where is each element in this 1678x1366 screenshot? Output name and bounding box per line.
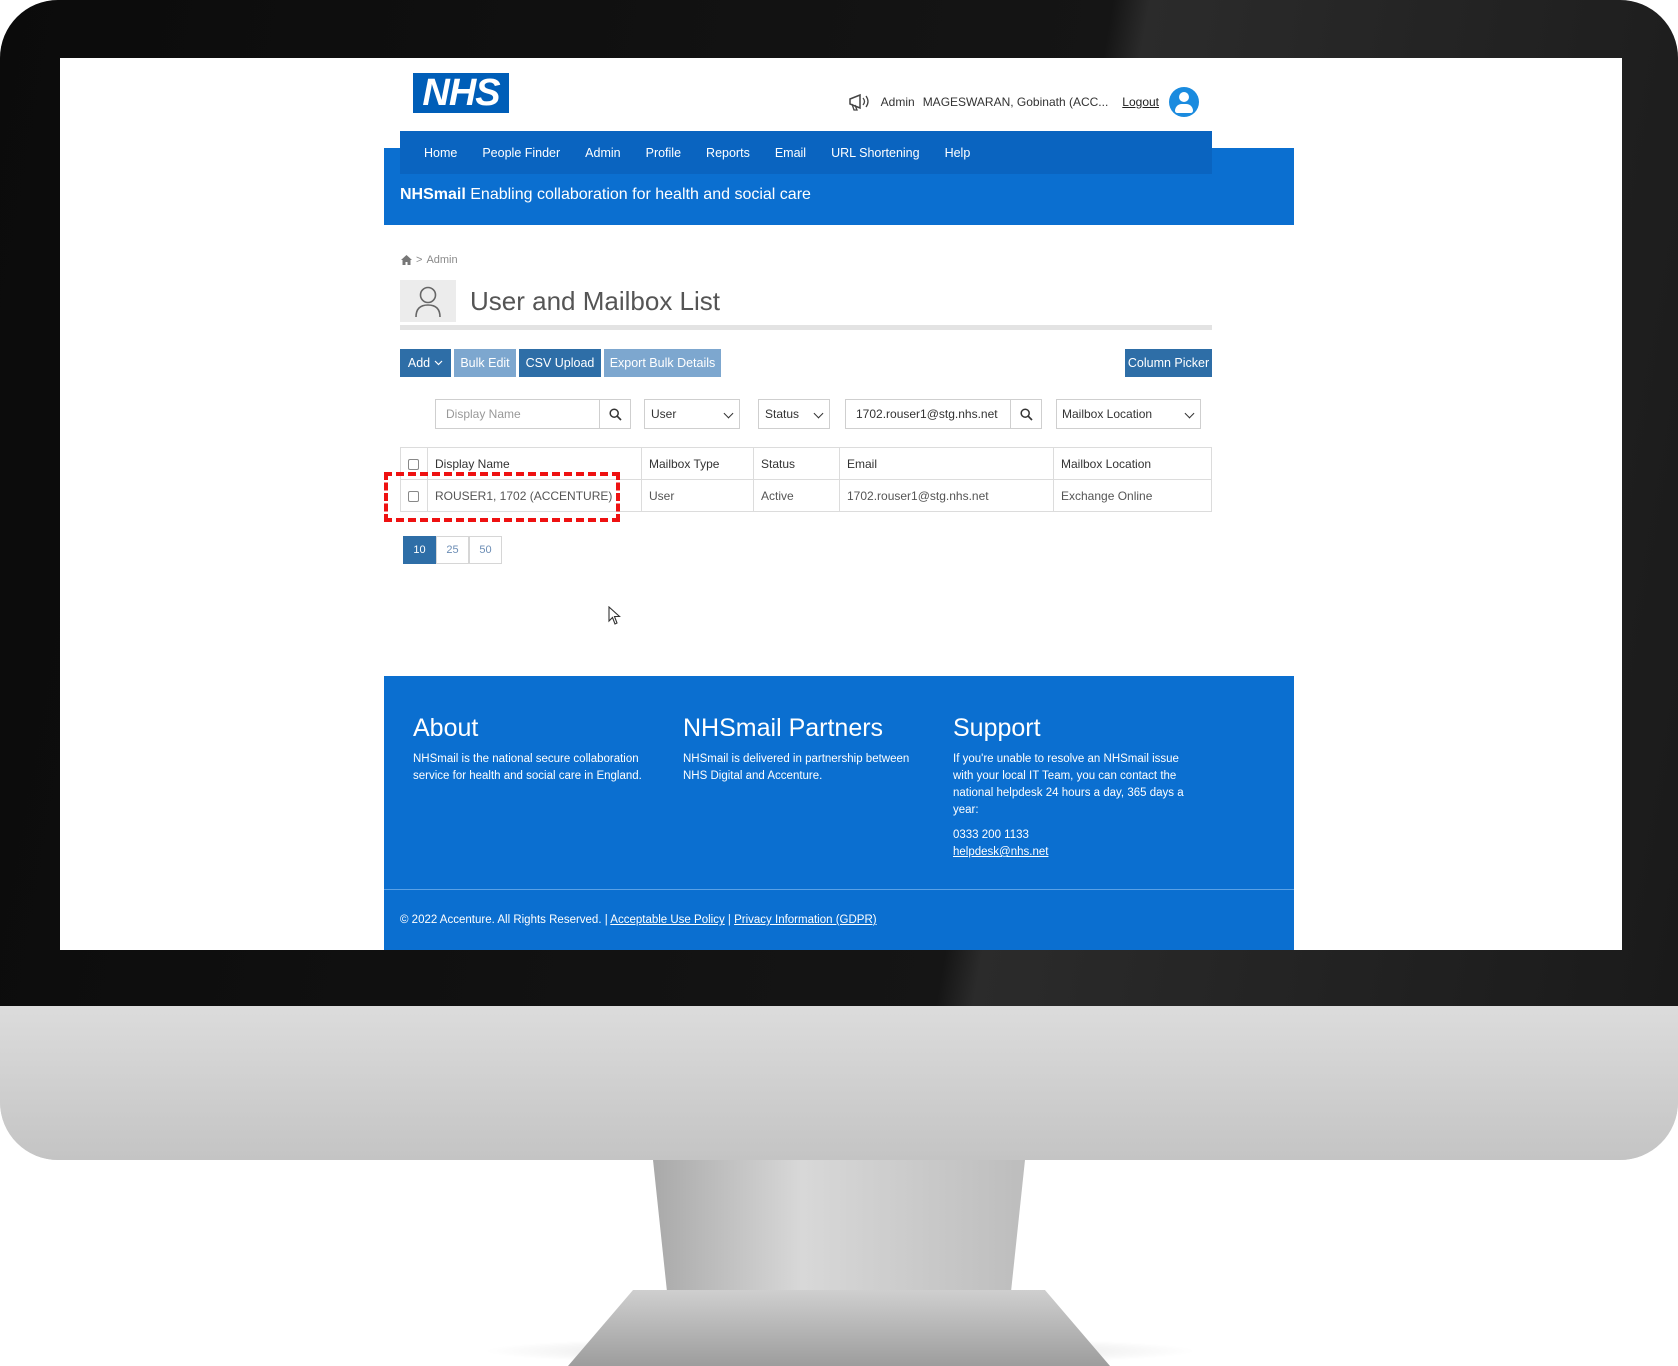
highlight-annotation-box bbox=[384, 472, 620, 522]
user-bar: Admin MAGESWARAN, Gobinath (ACC... Logou… bbox=[847, 87, 1199, 117]
role-label: Admin bbox=[880, 95, 915, 109]
cell-status: Active bbox=[753, 479, 840, 512]
footer-about: About NHSmail is the national secure col… bbox=[413, 714, 653, 785]
copyright-text: © 2022 Accenture. All Rights Reserved. | bbox=[400, 914, 608, 926]
brand-name: NHSmail bbox=[400, 186, 466, 203]
main-nav: Home People Finder Admin Profile Reports… bbox=[400, 131, 1212, 174]
footer-divider bbox=[384, 889, 1294, 890]
breadcrumb: > Admin bbox=[401, 254, 458, 266]
csv-upload-button[interactable]: CSV Upload bbox=[519, 349, 601, 377]
header-mailbox-type[interactable]: Mailbox Type bbox=[641, 447, 754, 480]
megaphone-icon[interactable] bbox=[847, 91, 873, 113]
user-name: MAGESWARAN, Gobinath (ACC... bbox=[922, 95, 1109, 109]
chevron-down-icon bbox=[723, 408, 734, 419]
privacy-information-link[interactable]: Privacy Information (GDPR) bbox=[734, 914, 877, 926]
cell-email: 1702.rouser1@stg.nhs.net bbox=[839, 479, 1054, 512]
acceptable-use-policy-link[interactable]: Acceptable Use Policy bbox=[610, 914, 724, 926]
monitor-screen: NHS Admin MAGESWARAN, Gobinath (ACC... L… bbox=[60, 58, 1622, 950]
footer-support: Support If you're unable to resolve an N… bbox=[953, 714, 1193, 858]
copyright-bar: © 2022 Accenture. All Rights Reserved. |… bbox=[400, 914, 877, 926]
logout-link[interactable]: Logout bbox=[1122, 95, 1159, 109]
select-all-checkbox[interactable] bbox=[408, 458, 419, 470]
page-title-bar: User and Mailbox List bbox=[400, 280, 1212, 330]
bulk-edit-button[interactable]: Bulk Edit bbox=[454, 349, 516, 377]
header-status[interactable]: Status bbox=[753, 447, 840, 480]
mailbox-type-select[interactable]: User bbox=[644, 399, 740, 429]
page-size-selector: 10 25 50 bbox=[403, 536, 502, 564]
header-email[interactable]: Email bbox=[839, 447, 1054, 480]
site-footer: About NHSmail is the national secure col… bbox=[384, 676, 1294, 950]
mouse-cursor-icon bbox=[608, 606, 621, 625]
link-separator: | bbox=[727, 914, 731, 926]
banner-tagline: NHSmail Enabling collaboration for healt… bbox=[400, 186, 811, 204]
support-text: If you're unable to resolve an NHSmail i… bbox=[953, 753, 1184, 816]
add-label: Add bbox=[407, 356, 431, 370]
account-icon[interactable] bbox=[1169, 87, 1199, 117]
support-phone: 0333 200 1133 bbox=[953, 829, 1029, 841]
header-mailbox-location[interactable]: Mailbox Location bbox=[1053, 447, 1212, 480]
cell-mailbox-location: Exchange Online bbox=[1053, 479, 1212, 512]
breadcrumb-separator: > bbox=[416, 254, 423, 266]
nhsmail-portal-page: NHS Admin MAGESWARAN, Gobinath (ACC... L… bbox=[384, 58, 1294, 950]
nav-url-shortening[interactable]: URL Shortening bbox=[831, 146, 919, 160]
mailbox-type-value: User bbox=[651, 407, 677, 421]
page-size-25[interactable]: 25 bbox=[436, 536, 469, 564]
nav-profile[interactable]: Profile bbox=[646, 146, 681, 160]
partners-text: NHSmail is delivered in partnership betw… bbox=[683, 753, 910, 782]
nav-help[interactable]: Help bbox=[945, 146, 971, 160]
export-bulk-details-button[interactable]: Export Bulk Details bbox=[604, 349, 721, 377]
page-size-50[interactable]: 50 bbox=[469, 536, 502, 564]
column-picker-button[interactable]: Column Picker bbox=[1125, 349, 1212, 377]
page-size-10[interactable]: 10 bbox=[403, 536, 436, 564]
email-search-button[interactable] bbox=[1010, 399, 1042, 429]
support-title: Support bbox=[953, 714, 1041, 742]
nav-people-finder[interactable]: People Finder bbox=[482, 146, 560, 160]
mailbox-location-value: Mailbox Location bbox=[1062, 407, 1153, 421]
search-icon bbox=[1019, 407, 1033, 421]
support-email-link[interactable]: helpdesk@nhs.net bbox=[953, 846, 1193, 858]
status-value: Status bbox=[765, 407, 800, 421]
cell-mailbox-type: User bbox=[641, 479, 754, 512]
monitor-stand-neck bbox=[653, 1160, 1025, 1300]
monitor-stand-base bbox=[568, 1290, 1110, 1366]
chevron-down-icon bbox=[813, 408, 824, 419]
add-button[interactable]: Add bbox=[400, 349, 451, 377]
display-name-search-button[interactable] bbox=[599, 399, 631, 429]
email-filter[interactable]: 1702.rouser1@stg.nhs.net bbox=[845, 399, 1011, 429]
breadcrumb-admin[interactable]: Admin bbox=[426, 254, 457, 266]
mailbox-location-select[interactable]: Mailbox Location bbox=[1056, 399, 1201, 429]
about-title: About bbox=[413, 714, 479, 742]
footer-partners: NHSmail Partners NHSmail is delivered in… bbox=[683, 714, 923, 785]
partners-title: NHSmail Partners bbox=[683, 714, 884, 742]
nav-admin[interactable]: Admin bbox=[585, 146, 620, 160]
monitor-chin bbox=[0, 1006, 1678, 1160]
person-icon bbox=[400, 280, 456, 322]
search-icon bbox=[608, 407, 622, 421]
nav-reports[interactable]: Reports bbox=[706, 146, 750, 160]
display-name-filter[interactable]: Display Name bbox=[435, 399, 600, 429]
tagline-text: Enabling collaboration for health and so… bbox=[470, 186, 811, 203]
home-icon[interactable] bbox=[401, 255, 412, 265]
nhs-logo[interactable]: NHS bbox=[413, 73, 509, 113]
chevron-down-icon bbox=[1184, 408, 1195, 419]
about-text: NHSmail is the national secure collabora… bbox=[413, 753, 642, 782]
chevron-down-icon bbox=[434, 360, 443, 366]
page-title: User and Mailbox List bbox=[470, 286, 720, 316]
status-select[interactable]: Status bbox=[758, 399, 830, 429]
nav-email[interactable]: Email bbox=[775, 146, 806, 160]
nav-home[interactable]: Home bbox=[424, 146, 457, 160]
